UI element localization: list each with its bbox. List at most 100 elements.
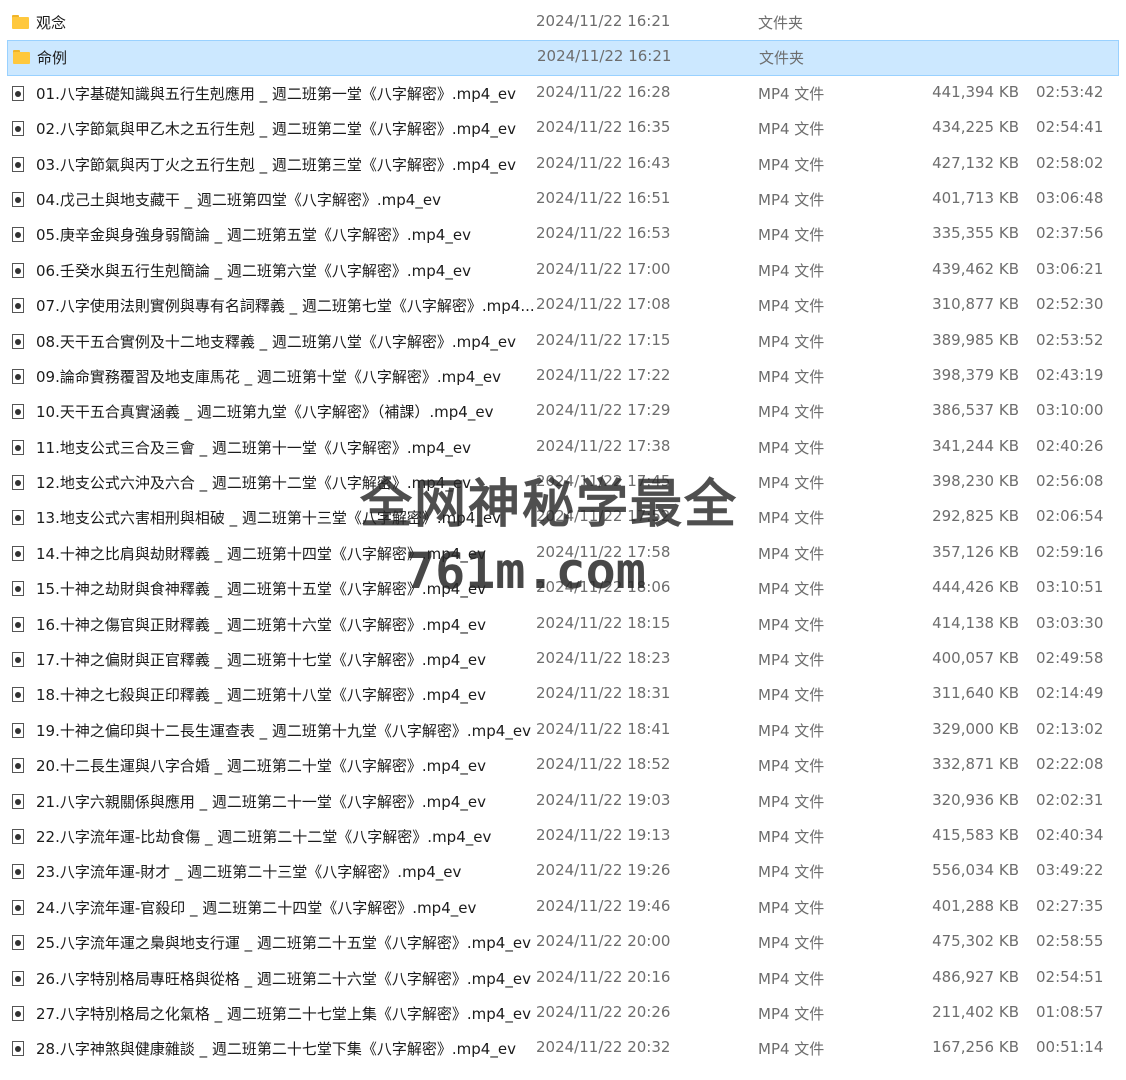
file-row[interactable]: 14.十神之比肩與劫財釋義 _ 週二班第十四堂《八字解密》.mp4_ev 2024… [0,536,1126,571]
file-name: 14.十神之比肩與劫財釋義 _ 週二班第十四堂《八字解密》.mp4_ev [36,544,486,563]
file-row[interactable]: 24.八字流年運-官殺印 _ 週二班第二十四堂《八字解密》.mp4_ev 2024… [0,890,1126,925]
file-size: 486,927 KB [932,967,1019,986]
file-type: MP4 文件 [758,332,825,351]
file-row[interactable]: 10.天干五合真實涵義 _ 週二班第九堂《八字解密》（補課）.mp4_ev 202… [0,394,1126,429]
file-row[interactable]: 09.論命實務覆習及地支庫馬花 _ 週二班第十堂《八字解密》.mp4_ev 202… [0,359,1126,394]
video-file-icon [12,262,28,278]
file-row[interactable]: 19.十神之偏印與十二長生運查表 _ 週二班第十九堂《八字解密》.mp4_ev 2… [0,713,1126,748]
file-row[interactable]: 25.八字流年運之梟與地支行運 _ 週二班第二十五堂《八字解密》.mp4_ev 2… [0,925,1126,960]
file-type: 文件夹 [758,14,804,32]
file-row[interactable]: 22.八字流年運-比劫食傷 _ 週二班第二十二堂《八字解密》.mp4_ev 202… [0,819,1126,854]
file-row[interactable]: 12.地支公式六沖及六合 _ 週二班第十二堂《八字解密》.mp4_ev 2024/… [0,465,1126,500]
video-file-icon [12,510,28,526]
file-name: 11.地支公式三合及三會 _ 週二班第十一堂《八字解密》.mp4_ev [36,438,471,457]
duration: 02:37:56 [1036,224,1104,243]
modified-date: 2024/11/22 18:15 [536,613,671,632]
modified-date: 2024/11/22 17:00 [536,259,671,278]
file-size: 400,057 KB [932,649,1019,668]
file-row[interactable]: 13.地支公式六害相刑與相破 _ 週二班第十三堂《八字解密》.mp4_ev 202… [0,500,1126,535]
file-type: MP4 文件 [758,155,825,174]
modified-date: 2024/11/22 18:31 [536,684,671,703]
video-file-icon [12,191,28,207]
duration: 02:53:52 [1036,330,1104,349]
file-name: 28.八字神煞與健康雜談 _ 週二班第二十七堂下集《八字解密》.mp4_ev [36,1040,516,1059]
file-name: 21.八字六親關係與應用 _ 週二班第二十一堂《八字解密》.mp4_ev [36,792,486,811]
duration: 00:51:14 [1036,1038,1104,1057]
file-row[interactable]: 07.八字使用法則實例與專有名詞釋義 _ 週二班第七堂《八字解密》.mp4...… [0,288,1126,323]
file-row[interactable]: 01.八字基礎知識與五行生剋應用 _ 週二班第一堂《八字解密》.mp4_ev 20… [0,76,1126,111]
video-file-icon [12,793,28,809]
file-name: 04.戊己土與地支藏干 _ 週二班第四堂《八字解密》.mp4_ev [36,190,441,209]
file-row[interactable]: 21.八字六親關係與應用 _ 週二班第二十一堂《八字解密》.mp4_ev 2024… [0,784,1126,819]
folder-row-selected[interactable]: 命例 2024/11/22 16:21 文件夹 [7,40,1119,76]
file-size: 401,713 KB [932,188,1019,207]
modified-date: 2024/11/22 17:15 [536,330,671,349]
file-row[interactable]: 20.十二長生運與八字合婚 _ 週二班第二十堂《八字解密》.mp4_ev 2024… [0,748,1126,783]
duration: 02:02:31 [1036,790,1104,809]
file-name: 18.十神之七殺與正印釋義 _ 週二班第十八堂《八字解密》.mp4_ev [36,686,486,705]
file-size: 211,402 KB [932,1002,1019,1021]
file-row[interactable]: 04.戊己土與地支藏干 _ 週二班第四堂《八字解密》.mp4_ev 2024/11… [0,182,1126,217]
duration: 02:40:26 [1036,436,1104,455]
duration: 02:40:34 [1036,825,1104,844]
file-size: 386,537 KB [932,401,1019,420]
file-row[interactable]: 16.十神之傷官與正財釋義 _ 週二班第十六堂《八字解密》.mp4_ev 2024… [0,607,1126,642]
file-name: 12.地支公式六沖及六合 _ 週二班第十二堂《八字解密》.mp4_ev [36,474,471,493]
modified-date: 2024/11/22 17:08 [536,295,671,314]
file-size: 332,871 KB [932,755,1019,774]
folder-icon [12,15,29,29]
file-type: MP4 文件 [758,792,825,811]
file-row[interactable]: 28.八字神煞與健康雜談 _ 週二班第二十七堂下集《八字解密》.mp4_ev 20… [0,1031,1126,1066]
file-row[interactable]: 02.八字節氣與甲乙木之五行生剋 _ 週二班第二堂《八字解密》.mp4_ev 20… [0,111,1126,146]
file-name: 23.八字流年運-財才 _ 週二班第二十三堂《八字解密》.mp4_ev [36,863,462,882]
modified-date: 2024/11/22 16:21 [536,12,671,30]
duration: 02:06:54 [1036,507,1104,526]
modified-date: 2024/11/22 17:22 [536,365,671,384]
file-name: 27.八字特別格局之化氣格 _ 週二班第二十七堂上集《八字解密》.mp4_ev [36,1004,531,1023]
modified-date: 2024/11/22 16:43 [536,153,671,172]
folder-row[interactable]: 观念 2024/11/22 16:21 文件夹 [0,5,1126,40]
file-name: 观念 [36,14,67,32]
file-row[interactable]: 05.庚辛金與身強身弱簡論 _ 週二班第五堂《八字解密》.mp4_ev 2024/… [0,217,1126,252]
video-file-icon [12,616,28,632]
file-size: 292,825 KB [932,507,1019,526]
file-type: MP4 文件 [758,120,825,139]
file-type: MP4 文件 [758,367,825,386]
duration: 02:52:30 [1036,295,1104,314]
file-type: MP4 文件 [758,1040,825,1059]
video-file-icon [12,227,28,243]
video-file-icon [12,970,28,986]
file-row[interactable]: 17.十神之偏財與正官釋義 _ 週二班第十七堂《八字解密》.mp4_ev 2024… [0,642,1126,677]
file-size: 329,000 KB [932,719,1019,738]
duration: 03:49:22 [1036,861,1104,880]
file-row[interactable]: 26.八字特別格局專旺格與從格 _ 週二班第二十六堂《八字解密》.mp4_ev 2… [0,961,1126,996]
modified-date: 2024/11/22 18:23 [536,649,671,668]
file-row[interactable]: 08.天干五合實例及十二地支釋義 _ 週二班第八堂《八字解密》.mp4_ev 20… [0,324,1126,359]
file-type: MP4 文件 [758,721,825,740]
file-size: 444,426 KB [932,578,1019,597]
file-name: 07.八字使用法則實例與專有名詞釋義 _ 週二班第七堂《八字解密》.mp4... [36,297,535,316]
file-row[interactable]: 06.壬癸水與五行生剋簡論 _ 週二班第六堂《八字解密》.mp4_ev 2024/… [0,253,1126,288]
file-row[interactable]: 27.八字特別格局之化氣格 _ 週二班第二十七堂上集《八字解密》.mp4_ev 2… [0,996,1126,1031]
file-row[interactable]: 11.地支公式三合及三會 _ 週二班第十一堂《八字解密》.mp4_ev 2024/… [0,430,1126,465]
file-size: 441,394 KB [932,82,1019,101]
file-type: 文件夹 [759,49,805,68]
video-file-icon [12,85,28,101]
duration: 02:58:02 [1036,153,1104,172]
duration: 03:10:51 [1036,578,1104,597]
video-file-icon [12,758,28,774]
video-file-icon [12,828,28,844]
file-name: 24.八字流年運-官殺印 _ 週二班第二十四堂《八字解密》.mp4_ev [36,898,477,917]
file-row[interactable]: 23.八字流年運-財才 _ 週二班第二十三堂《八字解密》.mp4_ev 2024/… [0,854,1126,889]
file-row[interactable]: 18.十神之七殺與正印釋義 _ 週二班第十八堂《八字解密》.mp4_ev 2024… [0,677,1126,712]
file-type: MP4 文件 [758,615,825,634]
duration: 02:22:08 [1036,755,1104,774]
file-row[interactable]: 15.十神之劫財與食神釋義 _ 週二班第十五堂《八字解密》.mp4_ev 2024… [0,571,1126,606]
duration: 02:53:42 [1036,82,1104,101]
file-name: 22.八字流年運-比劫食傷 _ 週二班第二十二堂《八字解密》.mp4_ev [36,827,492,846]
file-size: 335,355 KB [932,224,1019,243]
file-type: MP4 文件 [758,651,825,670]
file-row[interactable]: 03.八字節氣與丙丁火之五行生剋 _ 週二班第三堂《八字解密》.mp4_ev 20… [0,147,1126,182]
duration: 02:58:55 [1036,932,1104,951]
modified-date: 2024/11/22 20:16 [536,967,671,986]
